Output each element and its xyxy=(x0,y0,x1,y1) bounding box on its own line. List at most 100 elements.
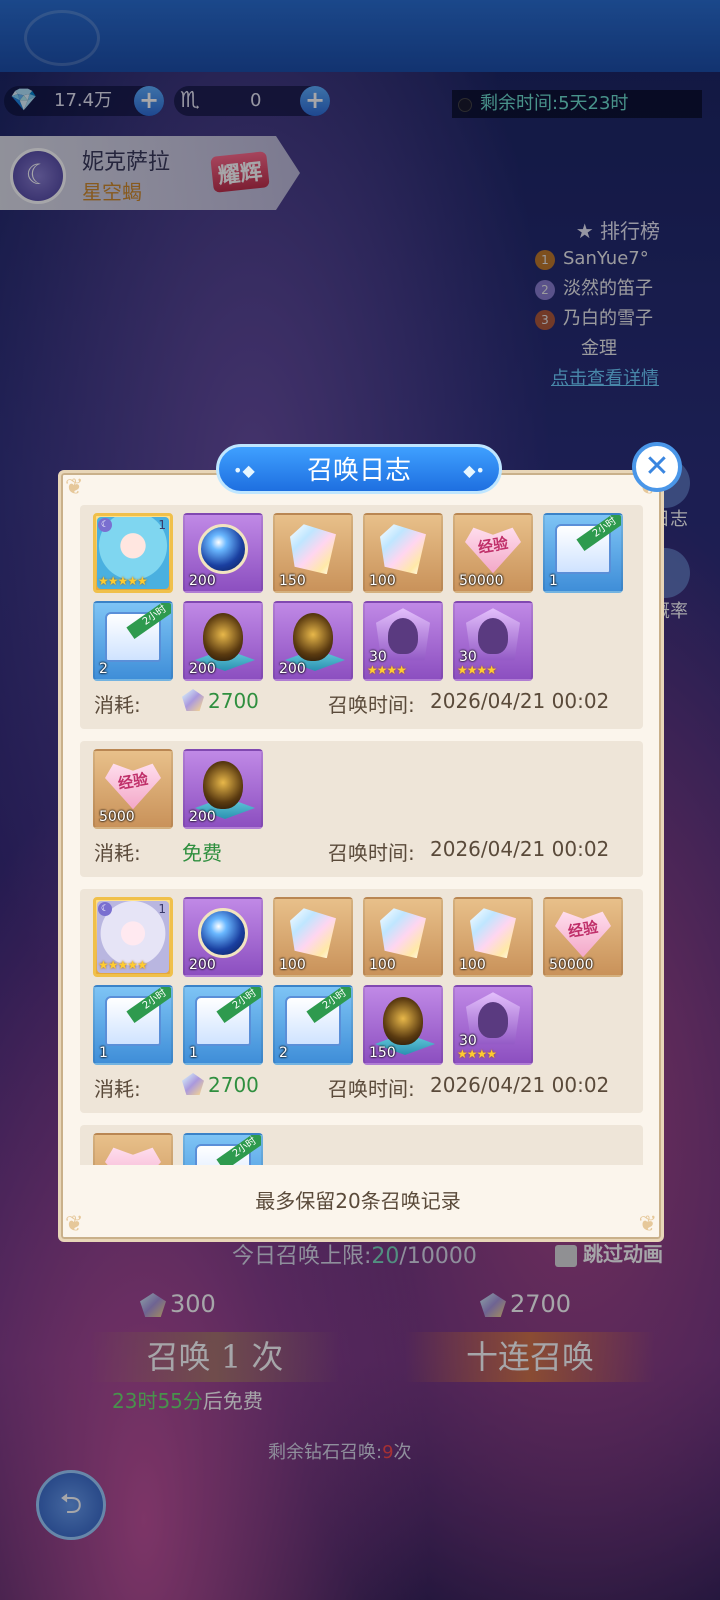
reward-item-shard[interactable]: 30 ★★★★ xyxy=(363,601,443,681)
exp-heart-icon xyxy=(105,1145,161,1165)
crystal-icon xyxy=(290,908,336,959)
record-meta: 消耗: 2700 召唤时间: 2026/04/21 00:02 xyxy=(80,689,643,719)
reward-item-orb[interactable]: 200 xyxy=(183,513,263,593)
reward-item-egg[interactable]: 200 xyxy=(183,601,263,681)
reward-item-egg[interactable]: 200 xyxy=(273,601,353,681)
reward-item-shard[interactable]: 30 ★★★★ xyxy=(453,601,533,681)
gem-icon xyxy=(182,1073,204,1095)
star-orb-icon xyxy=(198,524,248,575)
time-label: 召唤时间: xyxy=(328,841,415,865)
reward-item-heart[interactable]: 经验 50000 xyxy=(543,897,623,977)
time-value: 2026/04/21 00:02 xyxy=(430,837,610,861)
gem-icon xyxy=(182,689,204,711)
item-quantity: 100 xyxy=(369,957,396,973)
reward-item-egg[interactable]: 200 xyxy=(183,749,263,829)
time-value: 2026/04/21 00:02 xyxy=(430,689,610,713)
dialog-title: •◆ 召唤日志 ◆• xyxy=(216,444,502,494)
reward-item-chest[interactable]: 2小时 1 xyxy=(93,985,173,1065)
egg-icon xyxy=(293,613,333,662)
time-label: 召唤时间: xyxy=(328,1077,415,1101)
item-quantity: 1 xyxy=(189,1045,198,1061)
reward-grid: 1 ☾ ★★★★★ 200 150 100 经验 50000 2小时 1 2小时 2 200 200 30 ★… xyxy=(80,513,643,681)
item-quantity: 200 xyxy=(189,661,216,677)
reward-item-chest[interactable]: 2小时 1 xyxy=(183,985,263,1065)
reward-item-heart[interactable]: 经验 50000 xyxy=(453,513,533,593)
reward-item-shard[interactable]: 30 ★★★★ xyxy=(453,985,533,1065)
reward-item-crystal[interactable]: 100 xyxy=(273,897,353,977)
reward-grid: 1 ☾ ★★★★★ 200 100 100 100 经验 50000 2小时 1 2小时 1 2小时 2 15… xyxy=(80,897,643,1065)
hero-class-icon: ☾ xyxy=(98,518,112,532)
reward-grid: 经验 5000 200 xyxy=(80,749,643,829)
item-quantity: 1 xyxy=(549,573,558,589)
summon-record: 经验 5000 200 消耗: 免费 召唤时间: 2026/04/21 00:02 xyxy=(80,741,643,877)
reward-item-crystal[interactable]: 150 xyxy=(273,513,353,593)
item-quantity: 100 xyxy=(369,573,396,589)
crystal-icon xyxy=(380,908,426,959)
title-ornament-icon: •◆ xyxy=(233,461,255,480)
crystal-icon xyxy=(290,524,336,575)
item-quantity: 50000 xyxy=(459,573,504,589)
time-value: 2026/04/21 00:02 xyxy=(430,1073,610,1097)
item-quantity: 2 xyxy=(99,661,108,677)
reward-item-crystal[interactable]: 100 xyxy=(363,513,443,593)
reward-item-chest[interactable]: 2小时 2 xyxy=(93,601,173,681)
reward-item-crystal[interactable]: 100 xyxy=(363,897,443,977)
cost-value: 2700 xyxy=(182,689,259,713)
star-orb-icon xyxy=(198,908,248,959)
reward-item-heart[interactable]: 经验 5000 xyxy=(93,749,173,829)
item-quantity: 100 xyxy=(279,957,306,973)
corner-ornament-icon: ❦ xyxy=(638,1212,657,1237)
summon-record: 1 ☾ ★★★★★ 200 100 100 100 经验 50000 2小时 1 2小时 1 2小时 2 15… xyxy=(80,889,643,1113)
egg-icon xyxy=(383,997,423,1046)
cost-label: 消耗: xyxy=(94,1077,141,1101)
reward-item-heart[interactable] xyxy=(93,1133,173,1165)
item-quantity: 1 xyxy=(99,1045,108,1061)
reward-item-chest[interactable]: 2小时 2 xyxy=(273,985,353,1065)
item-quantity: 150 xyxy=(279,573,306,589)
cost-label: 消耗: xyxy=(94,693,141,717)
time-label: 召唤时间: xyxy=(328,693,415,717)
reward-item-egg[interactable]: 150 xyxy=(363,985,443,1065)
star-rating: ★★★★★ xyxy=(98,574,148,588)
reward-item-hero-blue[interactable]: 1 ☾ ★★★★★ xyxy=(93,513,173,593)
hero-class-icon: ☾ xyxy=(98,902,112,916)
egg-icon xyxy=(203,613,243,662)
item-quantity: 100 xyxy=(459,957,486,973)
star-rating: ★★★★ xyxy=(457,1047,497,1061)
summon-record: 1 ☾ ★★★★★ 200 150 100 经验 50000 2小时 1 2小时 2 200 200 30 ★… xyxy=(80,505,643,729)
cost-value: 免费 xyxy=(182,841,222,865)
reward-item-chest[interactable]: 2小时 1 xyxy=(543,513,623,593)
item-quantity: 200 xyxy=(189,957,216,973)
dialog-footer-note: 最多保留20条召唤记录 xyxy=(255,1189,461,1213)
reward-item-crystal[interactable]: 100 xyxy=(453,897,533,977)
summon-record: 2小时 xyxy=(80,1125,643,1165)
hero-level: 1 xyxy=(158,902,166,916)
close-icon[interactable]: ✕ xyxy=(632,442,682,492)
star-rating: ★★★★ xyxy=(367,663,407,677)
record-meta: 消耗: 2700 召唤时间: 2026/04/21 00:02 xyxy=(80,1073,643,1103)
reward-item-hero-silver[interactable]: 1 ☾ ★★★★★ xyxy=(93,897,173,977)
star-rating: ★★★★★ xyxy=(98,958,148,972)
cost-label: 消耗: xyxy=(94,841,141,865)
reward-item-chest[interactable]: 2小时 xyxy=(183,1133,263,1165)
record-meta: 消耗: 免费 召唤时间: 2026/04/21 00:02 xyxy=(80,837,643,867)
summon-records-list[interactable]: 1 ☾ ★★★★★ 200 150 100 经验 50000 2小时 1 2小时 2 200 200 30 ★… xyxy=(80,505,643,1165)
crystal-icon xyxy=(470,908,516,959)
cost-value: 2700 xyxy=(182,1073,259,1097)
title-ornament-icon: ◆• xyxy=(463,461,485,480)
reward-item-orb[interactable]: 200 xyxy=(183,897,263,977)
corner-ornament-icon: ❦ xyxy=(65,475,84,500)
item-quantity: 200 xyxy=(189,573,216,589)
star-rating: ★★★★ xyxy=(457,663,497,677)
egg-icon xyxy=(203,761,243,810)
item-quantity: 200 xyxy=(279,661,306,677)
item-quantity: 150 xyxy=(369,1045,396,1061)
item-quantity: 50000 xyxy=(549,957,594,973)
crystal-icon xyxy=(380,524,426,575)
reward-grid: 2小时 xyxy=(80,1133,643,1165)
hero-level: 1 xyxy=(158,518,166,532)
item-quantity: 5000 xyxy=(99,809,135,825)
corner-ornament-icon: ❦ xyxy=(65,1212,84,1237)
item-quantity: 200 xyxy=(189,809,216,825)
item-quantity: 2 xyxy=(279,1045,288,1061)
